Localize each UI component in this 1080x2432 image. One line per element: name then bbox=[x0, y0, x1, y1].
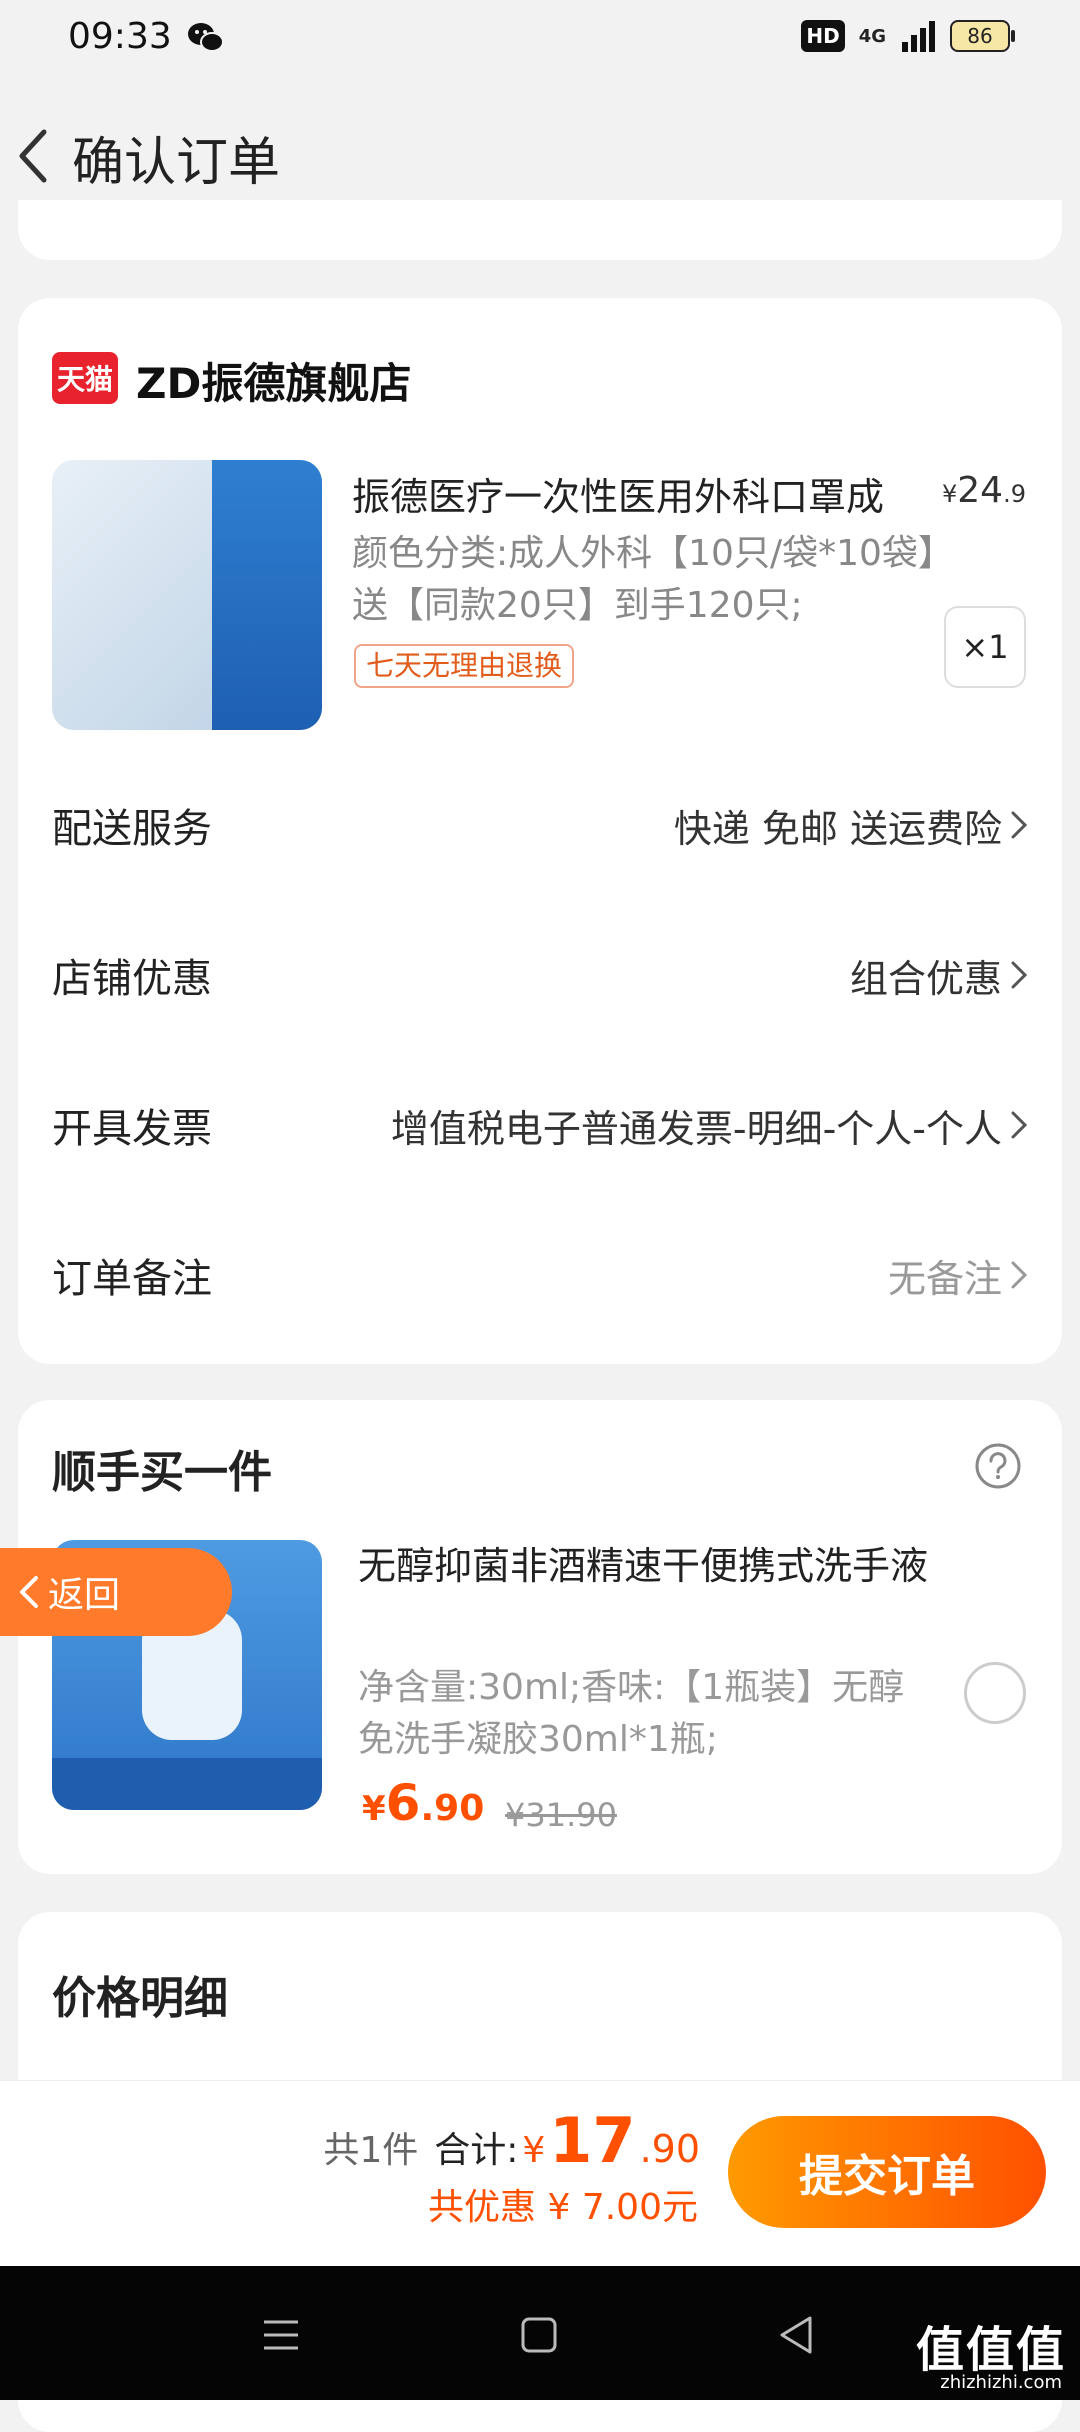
status-icons: HD 4G 86 bbox=[801, 20, 1015, 52]
row-value-text: 组合优惠 bbox=[849, 956, 1002, 1001]
wechat-icon bbox=[188, 23, 224, 52]
total-label: 合计: bbox=[434, 2130, 519, 2171]
row-value: 组合优惠 bbox=[850, 948, 1028, 1003]
row-label: 开具发票 bbox=[52, 1106, 212, 1152]
addon-price-symbol: ¥ bbox=[362, 1789, 386, 1829]
floating-back-button[interactable]: 返回 bbox=[0, 1548, 232, 1636]
page-title: 确认订单 bbox=[72, 133, 281, 193]
chevron-right-icon bbox=[1011, 1261, 1028, 1289]
back-arrow-icon bbox=[20, 1576, 38, 1608]
total-int: 17 bbox=[549, 2104, 636, 2177]
row-delivery[interactable]: 配送服务 快递 免邮 送运费险 bbox=[52, 790, 1028, 860]
addon-price-int: 6 bbox=[385, 1774, 421, 1832]
addon-spec: 净含量:30ml;香味:【1瓶装】无醇免洗手凝胶30ml*1瓶; bbox=[358, 1667, 905, 1760]
floating-back-label: 返回 bbox=[48, 1575, 121, 1616]
addon-name[interactable]: 无醇抑菌非酒精速干便携式洗手液 bbox=[358, 1540, 938, 1592]
quantity-button[interactable]: ×1 bbox=[944, 606, 1026, 688]
total-symbol: ¥ bbox=[522, 2130, 546, 2171]
product-price: ¥24.9 bbox=[942, 470, 1026, 511]
return-policy-tag: 七天无理由退换 bbox=[354, 644, 575, 688]
hd-badge: HD bbox=[801, 20, 845, 52]
addon-image-caption bbox=[52, 1758, 322, 1810]
product-image-panel bbox=[212, 460, 322, 730]
addon-select-radio[interactable] bbox=[964, 1662, 1026, 1724]
row-value: 增值税电子普通发票-明细-个人-个人 bbox=[391, 1098, 1028, 1153]
address-card[interactable] bbox=[18, 200, 1062, 260]
item-count: 共1件 bbox=[323, 2130, 419, 2171]
chevron-right-icon bbox=[1011, 1111, 1028, 1139]
price-dec: .9 bbox=[1003, 480, 1026, 508]
submit-order-button[interactable]: 提交订单 bbox=[728, 2116, 1046, 2228]
home-icon[interactable] bbox=[514, 2310, 564, 2360]
total-line: 共1件 合计: ¥ 17 .90 bbox=[323, 2104, 700, 2177]
price-int: 24 bbox=[957, 470, 1004, 511]
chevron-right-icon bbox=[1011, 961, 1028, 989]
back-chevron-icon[interactable] bbox=[14, 126, 54, 186]
addon-title: 顺手买一件 bbox=[52, 1447, 272, 1498]
network-label: 4G bbox=[858, 25, 886, 47]
saving-text: 共优惠 ¥ 7.00元 bbox=[428, 2187, 698, 2228]
chevron-right-icon bbox=[1011, 811, 1028, 839]
product-spec[interactable]: 颜色分类:成人外科【10只/袋*10袋】送【同款20只】到手120只; bbox=[352, 528, 942, 632]
help-icon[interactable] bbox=[974, 1442, 1022, 1490]
row-order-note[interactable]: 订单备注 无备注 bbox=[52, 1240, 1028, 1310]
addon-original-price: ¥31.90 bbox=[505, 1796, 617, 1834]
row-invoice[interactable]: 开具发票 增值税电子普通发票-明细-个人-个人 bbox=[52, 1090, 1028, 1160]
row-label: 配送服务 bbox=[52, 806, 212, 852]
watermark-url: zhizhizhi.com bbox=[940, 2372, 1062, 2393]
store-name[interactable]: ZD振德旗舰店 bbox=[136, 350, 411, 411]
product-title[interactable]: 振德医疗一次性医用外科口罩成 bbox=[352, 466, 922, 521]
total-dec: .90 bbox=[639, 2127, 700, 2171]
price-symbol: ¥ bbox=[942, 480, 958, 508]
row-label: 订单备注 bbox=[52, 1256, 212, 1302]
row-value: 快递 免邮 送运费险 bbox=[674, 798, 1028, 853]
addon-price-dec: .90 bbox=[420, 1788, 485, 1829]
battery-indicator: 86 bbox=[950, 20, 1015, 52]
price-detail-title: 价格明细 bbox=[52, 1973, 228, 2024]
signal-icon bbox=[902, 21, 935, 52]
row-value-text: 无备注 bbox=[887, 1256, 1002, 1301]
row-value: 无备注 bbox=[888, 1248, 1028, 1303]
status-time: 09:33 bbox=[68, 16, 172, 57]
row-label: 店铺优惠 bbox=[52, 956, 212, 1002]
watermark-logo: 值值值 bbox=[915, 2322, 1066, 2378]
tmall-logo: 天猫 bbox=[52, 352, 118, 404]
back-icon[interactable] bbox=[772, 2310, 822, 2360]
addon-price: ¥6.90 bbox=[362, 1774, 484, 1832]
product-image[interactable] bbox=[52, 460, 322, 730]
row-value-text: 快递 免邮 送运费险 bbox=[673, 806, 1002, 851]
menu-icon[interactable] bbox=[256, 2310, 306, 2360]
row-store-discount[interactable]: 店铺优惠 组合优惠 bbox=[52, 940, 1028, 1010]
row-value-text: 增值税电子普通发票-明细-个人-个人 bbox=[390, 1106, 1002, 1151]
